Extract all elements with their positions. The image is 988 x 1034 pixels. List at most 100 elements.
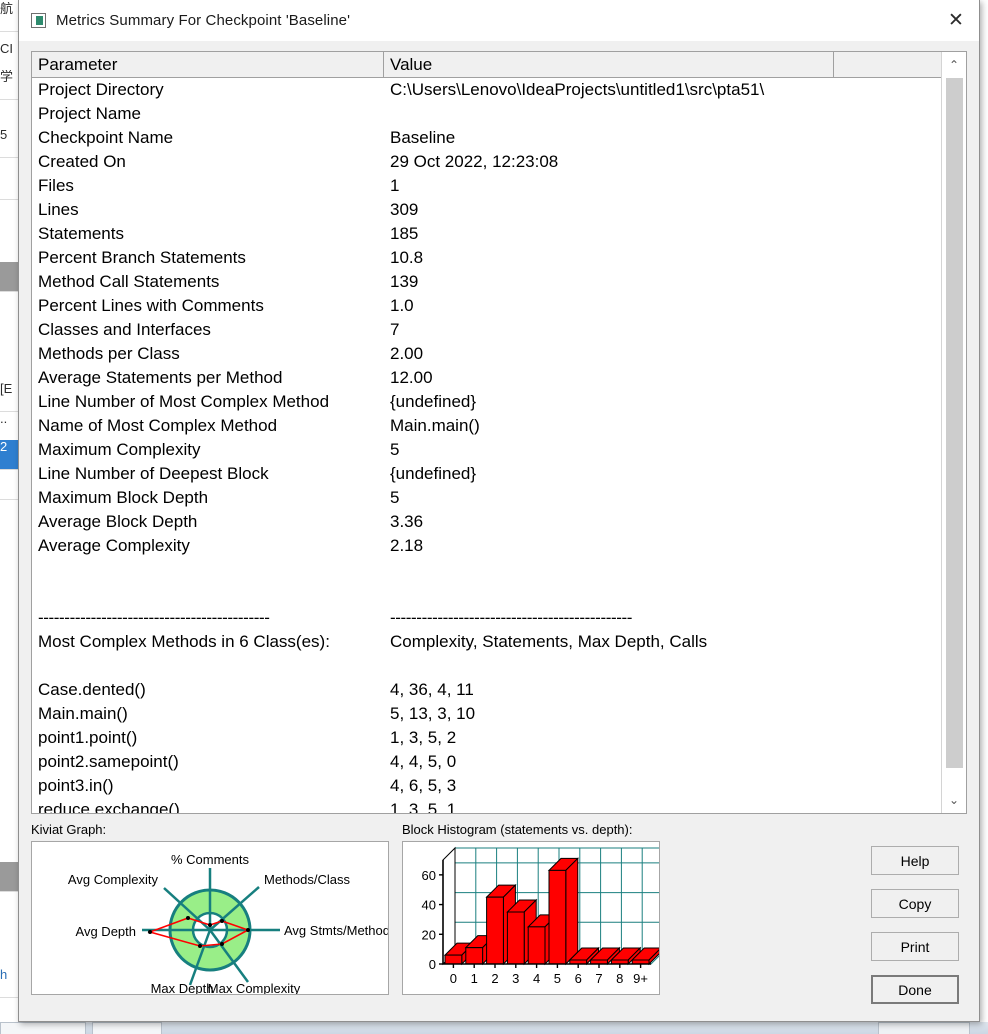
kiviat-axis-label: Methods/Class <box>264 872 350 887</box>
taskbar-chip[interactable] <box>878 1022 970 1034</box>
cell-value: 1.0 <box>390 296 414 315</box>
table-row[interactable]: Maximum Block Depth 5 <box>32 486 941 510</box>
copy-button[interactable]: Copy <box>871 889 959 918</box>
table-row[interactable]: Maximum Complexity 5 <box>32 438 941 462</box>
chart-bar <box>547 857 580 966</box>
table-row[interactable]: Files 1 <box>32 174 941 198</box>
table-row[interactable] <box>32 582 941 606</box>
table-row[interactable]: Statements 185 <box>32 222 941 246</box>
cell-value: {undefined} <box>390 464 477 483</box>
table-row[interactable]: Percent Lines with Comments 1.0 <box>32 294 941 318</box>
kiviat-axis-label: % Comments <box>171 852 250 867</box>
table-row[interactable] <box>32 654 941 678</box>
block-histogram-svg: 02040600 1 2 3 4 5 6 7 8 9+ <box>422 846 665 986</box>
vertical-scrollbar[interactable]: ⌃ ⌄ <box>941 52 966 813</box>
cell-parameter: point3.in() <box>38 776 114 795</box>
column-header-value[interactable]: Value <box>384 52 834 77</box>
scroll-down-icon[interactable]: ⌄ <box>941 787 966 813</box>
histogram-panel: Block Histogram (statements vs. depth): … <box>402 822 665 995</box>
cell-value: 4, 36, 4, 11 <box>390 680 474 699</box>
table-row[interactable]: point1.point() 1, 3, 5, 2 <box>32 726 941 750</box>
cell-value: 10.8 <box>390 248 424 267</box>
dialog-buttons: Help Copy Print Done <box>871 822 967 1004</box>
cell-value: 309 <box>390 200 419 219</box>
dialog-body: Parameter Value Project Directory C:\User… <box>19 41 979 1021</box>
table-row[interactable]: Line Number of Most Complex Method {undef… <box>32 390 941 414</box>
cell-value: 1, 3, 5, 1 <box>390 800 457 813</box>
scroll-up-icon[interactable]: ⌃ <box>941 52 966 78</box>
table-row[interactable] <box>32 558 941 582</box>
metrics-table-body: Project Directory C:\Users\Lenovo\IdeaPro… <box>32 78 941 813</box>
kiviat-axis-label: Max Depth <box>151 981 214 994</box>
kiviat-label: Kiviat Graph: <box>31 822 107 837</box>
taskbar-chip[interactable] <box>92 1022 162 1034</box>
cell-value: 5 <box>390 488 400 507</box>
done-button[interactable]: Done <box>871 975 959 1004</box>
cell-parameter: Main.main() <box>38 704 128 723</box>
table-row[interactable]: Created On 29 Oct 2022, 12:23:08 <box>32 150 941 174</box>
cell-value: 7 <box>390 320 400 339</box>
taskbar-chip[interactable] <box>0 1022 86 1034</box>
chart-y-tick-label: 60 <box>422 868 436 883</box>
table-row[interactable]: Methods per Class 2.00 <box>32 342 941 366</box>
table-row[interactable]: Most Complex Methods in 6 Class(es): Comp… <box>32 630 941 654</box>
scrollbar-track[interactable] <box>941 78 966 787</box>
kiviat-svg: % Comments Methods/Class Avg Stmts/Metho… <box>68 852 390 996</box>
table-row[interactable]: Percent Branch Statements 10.8 <box>32 246 941 270</box>
close-icon[interactable]: ✕ <box>933 0 979 41</box>
kiviat-axis-label: Max Complexity <box>208 981 301 994</box>
table-row[interactable]: Name of Most Complex Method Main.main() <box>32 414 941 438</box>
cell-parameter: Created On <box>38 152 126 171</box>
column-header-parameter[interactable]: Parameter <box>32 52 384 77</box>
chart-y-tick-label: 0 <box>429 957 436 972</box>
cell-parameter: point2.samepoint() <box>38 752 179 771</box>
cell-parameter: Percent Branch Statements <box>38 248 246 267</box>
print-button[interactable]: Print <box>871 932 959 961</box>
table-row[interactable]: Method Call Statements 139 <box>32 270 941 294</box>
cell-parameter: Maximum Block Depth <box>38 488 209 507</box>
chart-x-tick-label: 9+ <box>633 971 648 986</box>
chart-y-tick-label: 20 <box>422 927 436 942</box>
table-row[interactable]: Project Name <box>32 102 941 126</box>
table-row[interactable]: Main.main() 5, 13, 3, 10 <box>32 702 941 726</box>
cell-parameter: Average Block Depth <box>38 512 198 531</box>
cell-parameter: Average Statements per Method <box>38 368 283 387</box>
cell-value: Baseline <box>390 128 456 147</box>
cell-parameter: Methods per Class <box>38 344 180 363</box>
table-row[interactable]: reduce.exchange() 1, 3, 5, 1 <box>32 798 941 813</box>
cell-value: 29 Oct 2022, 12:23:08 <box>390 152 559 171</box>
cell-parameter: Most Complex Methods in 6 Class(es): <box>38 632 330 651</box>
cell-value: C:\Users\Lenovo\IdeaProjects\untitled1\s… <box>390 80 765 99</box>
cell-value: ----------------------------------------… <box>390 608 633 627</box>
kiviat-axis-label: Avg Complexity <box>68 872 159 887</box>
table-row[interactable]: point2.samepoint() 4, 4, 5, 0 <box>32 750 941 774</box>
help-button[interactable]: Help <box>871 846 959 875</box>
table-row[interactable]: ----------------------------------------… <box>32 606 941 630</box>
histogram-label: Block Histogram (statements vs. depth): <box>402 822 633 837</box>
scrollbar-thumb[interactable] <box>945 78 963 768</box>
table-row[interactable]: Average Block Depth 3.36 <box>32 510 941 534</box>
cell-value: 3.36 <box>390 512 424 531</box>
kiviat-axis-label: Avg Depth <box>76 924 136 939</box>
column-header-extra[interactable] <box>834 52 941 77</box>
table-row[interactable]: Lines 309 <box>32 198 941 222</box>
table-row[interactable]: Case.dented() 4, 36, 4, 11 <box>32 678 941 702</box>
cell-value: 2.18 <box>390 536 424 555</box>
taskbar <box>0 1022 988 1034</box>
table-row[interactable]: Average Statements per Method 12.00 <box>32 366 941 390</box>
cell-value: Main.main() <box>390 416 480 435</box>
table-row[interactable]: Checkpoint Name Baseline <box>32 126 941 150</box>
cell-parameter: Statements <box>38 224 124 243</box>
chart-x-tick-label: 5 <box>554 971 561 986</box>
table-row[interactable]: point3.in() 4, 6, 5, 3 <box>32 774 941 798</box>
cell-parameter: Project Directory <box>38 80 164 99</box>
table-row[interactable]: Project Directory C:\Users\Lenovo\IdeaPro… <box>32 78 941 102</box>
cell-parameter: reduce.exchange() <box>38 800 180 813</box>
table-row[interactable]: Classes and Interfaces 7 <box>32 318 941 342</box>
table-row[interactable]: Average Complexity 2.18 <box>32 534 941 558</box>
cell-value: 185 <box>390 224 419 243</box>
table-row[interactable]: Line Number of Deepest Block {undefined} <box>32 462 941 486</box>
cell-parameter: Name of Most Complex Method <box>38 416 278 435</box>
cell-parameter: Line Number of Deepest Block <box>38 464 269 483</box>
kiviat-panel: Kiviat Graph: % Comments Methods/Class A… <box>31 822 390 996</box>
